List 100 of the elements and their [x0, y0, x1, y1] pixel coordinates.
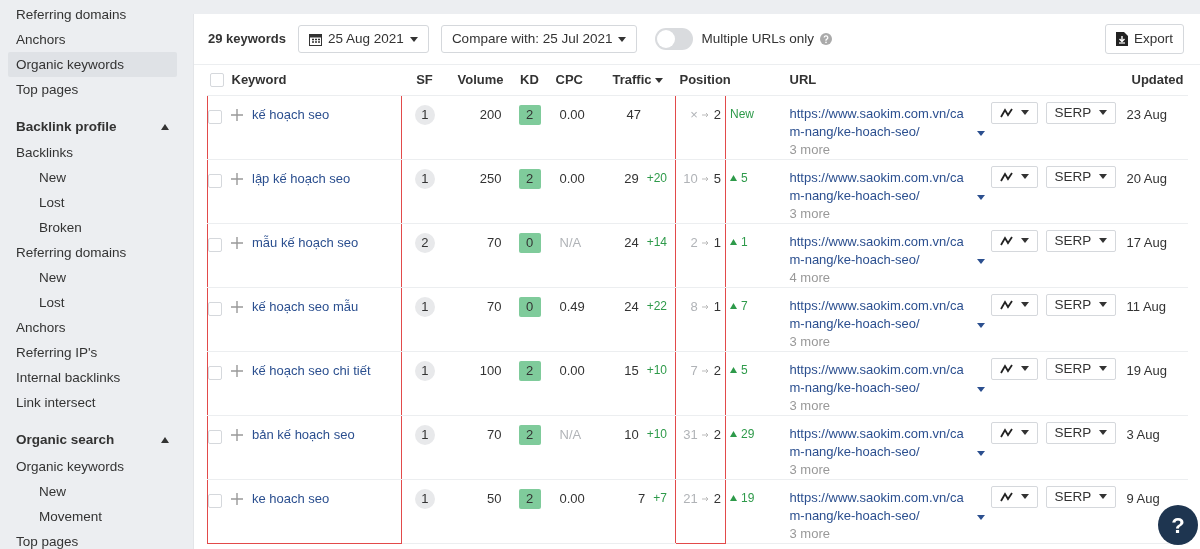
keyword-link[interactable]: kế hoạch seo mẫu [252, 296, 359, 317]
sidebar-item[interactable]: Organic keywords [8, 453, 177, 479]
serp-features-count: 1 [414, 296, 435, 317]
arrow-icon [701, 239, 710, 246]
checkbox[interactable] [208, 494, 222, 508]
sidebar-item[interactable]: Anchors [8, 315, 177, 341]
sidebar-item[interactable]: New [8, 478, 177, 504]
chart-dropdown[interactable] [990, 293, 1038, 316]
serp-dropdown[interactable]: SERP [1045, 165, 1117, 188]
chart-dropdown[interactable] [990, 421, 1038, 444]
checkbox[interactable] [208, 174, 222, 188]
url-link[interactable]: https://www.saokim.com.vn/cam-nang/ke-hoach-seo/ [789, 360, 972, 397]
keyword-link[interactable]: ke hoach seo [252, 488, 330, 509]
keyword-link[interactable]: mẫu kế hoạch seo [252, 232, 359, 253]
sidebar-item[interactable]: Broken [8, 215, 177, 241]
line-chart-icon [999, 427, 1013, 438]
difficulty-badge: 2 [518, 104, 541, 125]
serp-dropdown[interactable]: SERP [1045, 421, 1117, 444]
cpc-value: N/A [559, 426, 582, 442]
plus-icon [231, 492, 243, 505]
date-dropdown[interactable]: 25 Aug 2021 [298, 25, 429, 54]
volume-value: 70 [487, 426, 502, 442]
url-link[interactable]: https://www.saokim.com.vn/cam-nang/ke-hoach-seo/ [789, 296, 972, 333]
arrow-icon [701, 111, 710, 118]
position-change: 7 [741, 297, 748, 315]
compare-dropdown[interactable]: Compare with: 25 Jul 2021 [440, 25, 638, 54]
url-link[interactable]: https://www.saokim.com.vn/cam-nang/ke-hoach-seo/ [789, 488, 972, 525]
sidebar-item[interactable]: Anchors [8, 27, 177, 52]
checkbox[interactable] [208, 430, 222, 444]
sidebar-item[interactable]: Lost [8, 190, 177, 216]
export-button[interactable]: Export [1104, 24, 1184, 55]
sidebar-item[interactable]: Movement [8, 503, 177, 529]
keyword-link[interactable]: bản kế hoạch seo [252, 424, 355, 445]
position-change: New [730, 105, 754, 123]
url-link[interactable]: https://www.saokim.com.vn/cam-nang/ke-hoach-seo/ [789, 168, 972, 205]
checkbox[interactable] [208, 110, 222, 124]
caret-icon [976, 130, 985, 136]
keyword-link[interactable]: kế hoạch seo [252, 104, 330, 125]
caret-icon [1099, 174, 1108, 180]
current-position: 5 [713, 169, 721, 188]
position-change: 5 [741, 361, 748, 379]
caret-icon [1099, 110, 1108, 116]
caret-icon [618, 36, 627, 42]
serp-dropdown[interactable]: SERP [1045, 101, 1117, 124]
volume-value: 100 [479, 362, 502, 378]
serp-dropdown[interactable]: SERP [1045, 485, 1117, 508]
sidebar-item[interactable]: Top pages [8, 528, 177, 549]
traffic-value: 15 [624, 361, 639, 380]
help-icon [820, 33, 832, 46]
url-link[interactable]: https://www.saokim.com.vn/cam-nang/ke-hoach-seo/ [789, 424, 972, 461]
volume-value: 70 [487, 234, 502, 250]
caret-icon [1099, 366, 1108, 372]
serp-dropdown[interactable]: SERP [1045, 357, 1117, 380]
current-position: 2 [713, 105, 721, 124]
calendar-icon [309, 32, 323, 46]
traffic-change: +22 [646, 297, 667, 315]
sort-header[interactable]: Traffic [612, 72, 652, 88]
updated-date: 3 Aug [1126, 426, 1160, 442]
serp-dropdown[interactable]: SERP [1045, 229, 1117, 252]
position-change: 19 [741, 489, 755, 507]
url-link[interactable]: https://www.saokim.com.vn/cam-nang/ke-hoach-seo/ [789, 104, 972, 141]
current-position: 1 [713, 233, 721, 252]
sidebar-item[interactable]: Top pages [8, 77, 177, 102]
arrow-icon [701, 367, 710, 374]
checkbox[interactable] [208, 238, 222, 252]
caret-icon [1020, 430, 1029, 436]
sidebar-item[interactable]: Backlinks [8, 140, 177, 166]
previous-position: 10 [683, 169, 698, 188]
sidebar-item[interactable]: Organic keywords [8, 52, 177, 77]
plus-icon [231, 364, 243, 377]
url-link[interactable]: https://www.saokim.com.vn/cam-nang/ke-hoach-seo/ [789, 232, 972, 269]
toggle-switch[interactable] [655, 28, 694, 51]
cpc-value: N/A [559, 234, 582, 250]
checkbox[interactable] [208, 302, 222, 316]
previous-position: 31 [683, 425, 698, 444]
checkbox[interactable] [209, 73, 224, 87]
checkbox[interactable] [208, 366, 222, 380]
sidebar-item[interactable]: Link intersect [8, 390, 177, 416]
sidebar-item[interactable]: Lost [8, 290, 177, 316]
column-header: Keyword [231, 71, 287, 90]
previous-position: 2 [690, 233, 698, 252]
chart-dropdown[interactable] [990, 485, 1038, 508]
chart-dropdown[interactable] [990, 229, 1038, 252]
previous-position: 7 [690, 361, 698, 380]
sidebar-item[interactable]: Internal backlinks [8, 365, 177, 391]
keyword-link[interactable]: lập kế hoạch seo [252, 168, 351, 189]
sidebar-item[interactable]: Referring IP's [8, 340, 177, 366]
chart-dropdown[interactable] [990, 357, 1038, 380]
sidebar-item[interactable]: New [8, 165, 177, 191]
serp-dropdown[interactable]: SERP [1045, 293, 1117, 316]
traffic-value: 24 [624, 233, 639, 252]
serp-features-count: 1 [414, 488, 435, 509]
sidebar-item[interactable]: Referring domains [8, 240, 177, 266]
caret-icon [1099, 302, 1108, 308]
sidebar-item[interactable]: New [8, 265, 177, 291]
chart-dropdown[interactable] [990, 165, 1038, 188]
keyword-link[interactable]: kế hoạch seo chi tiết [252, 360, 371, 381]
sidebar-item[interactable]: Referring domains [8, 2, 177, 27]
chart-dropdown[interactable] [990, 101, 1038, 124]
plus-icon [231, 236, 243, 249]
